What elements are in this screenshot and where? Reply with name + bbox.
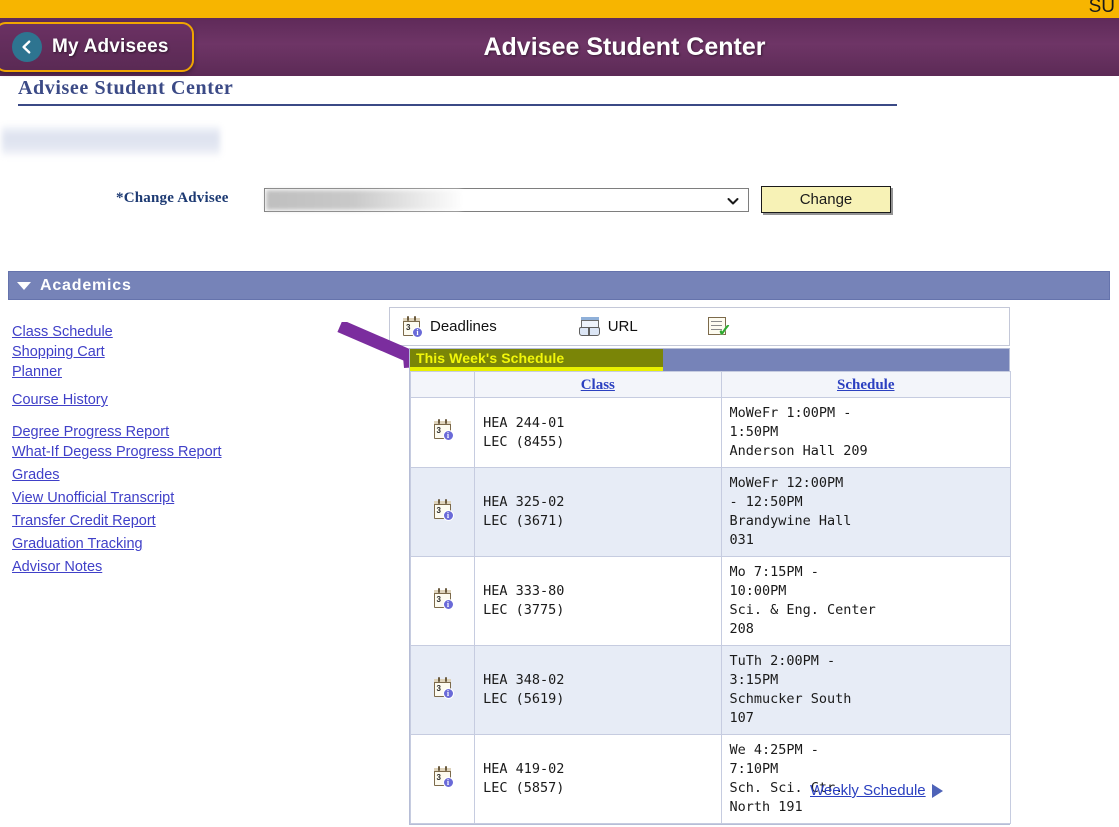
schedule-table-header-row: Class Schedule <box>411 372 1011 398</box>
link-course-history[interactable]: Course History <box>12 390 302 410</box>
enrolled-legend-item[interactable]: ✓ <box>708 317 730 337</box>
change-advisee-label: *Change Advisee <box>116 190 229 207</box>
academics-section-title: Academics <box>40 277 132 295</box>
column-header-schedule[interactable]: Schedule <box>721 372 1011 398</box>
url-label: URL <box>608 318 638 335</box>
schedule-caption-highlight: This Week's Schedule <box>410 349 663 371</box>
row-class-cell: HEA 244-01 LEC (8455) <box>475 398 721 468</box>
column-header-icon <box>411 372 475 398</box>
row-schedule-cell: We 4:25PM - 7:10PM Sch. Sci. Ctr. North … <box>721 735 1011 824</box>
row-class-cell: HEA 348-02 LEC (5619) <box>475 646 721 735</box>
row-schedule-cell: MoWeFr 1:00PM - 1:50PM Anderson Hall 209 <box>721 398 1011 468</box>
link-planner[interactable]: Planner <box>12 362 302 382</box>
url-book-icon <box>579 317 600 336</box>
column-header-schedule-link[interactable]: Schedule <box>837 377 895 393</box>
link-shopping-cart[interactable]: Shopping Cart <box>12 342 302 362</box>
link-what-if-degree-progress-report[interactable]: What-If Degess Progress Report <box>12 442 302 462</box>
this-week-schedule-panel: This Week's Schedule Class Schedule <box>409 348 1010 825</box>
calendar-info-icon: 3 i <box>402 316 422 337</box>
row-icon-cell[interactable]: 3i <box>411 735 475 824</box>
arrow-right-icon[interactable] <box>932 784 943 798</box>
back-to-my-advisees-button[interactable]: My Advisees <box>0 22 194 72</box>
link-view-unofficial-transcript[interactable]: View Unofficial Transcript <box>12 488 302 508</box>
url-legend-item[interactable]: URL <box>579 317 638 336</box>
top-gold-strip: SU <box>0 0 1119 18</box>
link-graduation-tracking[interactable]: Graduation Tracking <box>12 534 302 554</box>
links-spacer-1 <box>12 382 302 390</box>
link-advisor-notes[interactable]: Advisor Notes <box>12 557 302 577</box>
row-schedule-cell: TuTh 2:00PM - 3:15PM Schmucker South 107 <box>721 646 1011 735</box>
table-row: 3i HEA 333-80 LEC (3775) Mo 7:15PM - 10:… <box>411 557 1011 646</box>
schedule-caption-bar: This Week's Schedule <box>410 349 1009 371</box>
calendar-info-icon[interactable]: 3i <box>433 499 453 520</box>
link-transfer-credit-report[interactable]: Transfer Credit Report <box>12 511 302 531</box>
deadlines-label: Deadlines <box>430 318 497 335</box>
row-schedule-cell: MoWeFr 12:00PM - 12:50PM Brandywine Hall… <box>721 468 1011 557</box>
calendar-info-icon[interactable]: 3i <box>433 677 453 698</box>
chevron-down-icon <box>726 194 740 208</box>
change-button[interactable]: Change <box>761 186 891 213</box>
column-header-class[interactable]: Class <box>475 372 721 398</box>
row-icon-cell[interactable]: 3i <box>411 468 475 557</box>
student-name-redacted <box>2 126 220 156</box>
table-row: 3i HEA 325-02 LEC (3671) MoWeFr 12:00PM … <box>411 468 1011 557</box>
schedule-legend-toolbar: 3 i Deadlines URL ✓ <box>389 307 1010 346</box>
change-advisee-selected-value-redacted <box>266 190 461 210</box>
calendar-info-icon[interactable]: 3i <box>433 766 453 787</box>
row-icon-cell[interactable]: 3i <box>411 646 475 735</box>
link-class-schedule[interactable]: Class Schedule <box>12 322 302 342</box>
table-row: 3i HEA 419-02 LEC (5857) We 4:25PM - 7:1… <box>411 735 1011 824</box>
schedule-table: Class Schedule 3i HEA 244-01 LEC (8455) … <box>410 371 1011 824</box>
academics-section-header[interactable]: Academics <box>8 271 1110 300</box>
academics-links-list: Class Schedule Shopping Cart Planner Cou… <box>12 322 302 577</box>
column-header-class-link[interactable]: Class <box>581 377 615 393</box>
collapse-triangle-icon[interactable] <box>17 282 31 290</box>
top-strip-text: SU <box>1089 0 1115 18</box>
calendar-info-icon[interactable]: 3i <box>433 588 453 609</box>
deadlines-legend-item[interactable]: 3 i Deadlines <box>402 316 497 337</box>
row-icon-cell[interactable]: 3i <box>411 557 475 646</box>
links-spacer-2 <box>12 410 302 422</box>
page-title: Advisee Student Center <box>18 77 233 100</box>
table-row: 3i HEA 348-02 LEC (5619) TuTh 2:00PM - 3… <box>411 646 1011 735</box>
row-class-cell: HEA 325-02 LEC (3671) <box>475 468 721 557</box>
row-class-cell: HEA 419-02 LEC (5857) <box>475 735 721 824</box>
checklist-check-icon: ✓ <box>708 317 730 337</box>
link-degree-progress-report[interactable]: Degree Progress Report <box>12 422 302 442</box>
row-icon-cell[interactable]: 3i <box>411 398 475 468</box>
chevron-left-icon <box>12 32 42 62</box>
weekly-schedule-link-group[interactable]: Weekly Schedule <box>810 782 943 799</box>
link-grades[interactable]: Grades <box>12 465 302 485</box>
title-divider <box>18 104 897 106</box>
calendar-info-icon[interactable]: 3i <box>433 419 453 440</box>
row-schedule-cell: Mo 7:15PM - 10:00PM Sci. & Eng. Center 2… <box>721 557 1011 646</box>
back-button-label: My Advisees <box>52 36 169 58</box>
table-row: 3i HEA 244-01 LEC (8455) MoWeFr 1:00PM -… <box>411 398 1011 468</box>
schedule-caption-text: This Week's Schedule <box>410 350 564 366</box>
row-class-cell: HEA 333-80 LEC (3775) <box>475 557 721 646</box>
weekly-schedule-link[interactable]: Weekly Schedule <box>810 782 926 799</box>
